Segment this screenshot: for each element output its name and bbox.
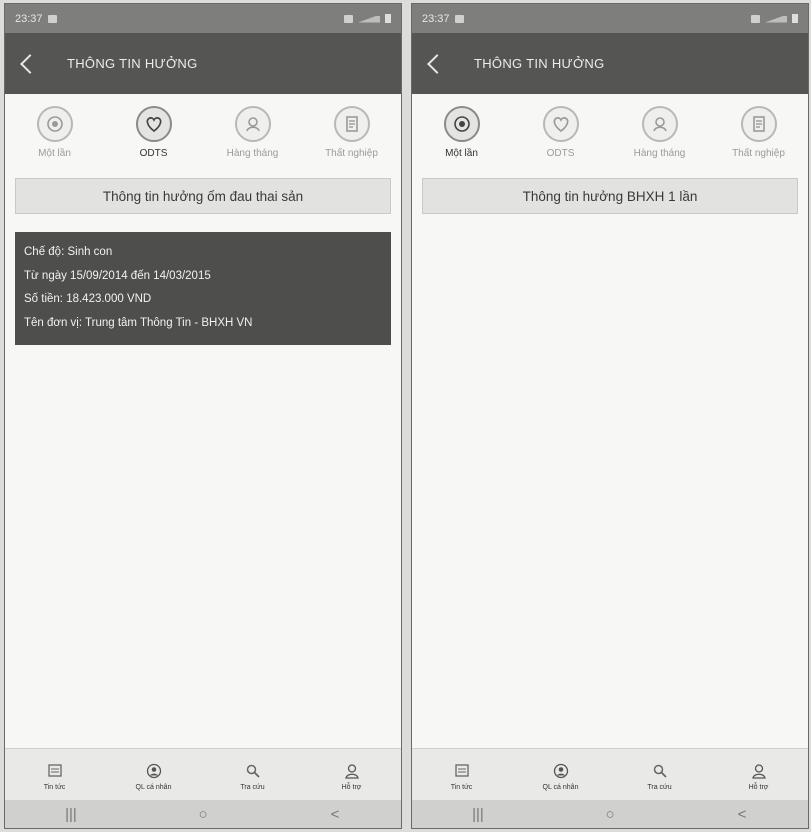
section-title: Thông tin hưởng BHXH 1 lần xyxy=(422,178,798,214)
search-icon xyxy=(246,764,260,778)
nav-label: Tra cứu xyxy=(240,783,265,791)
support-icon xyxy=(344,763,359,779)
benefit-tabs: Một lần ODTS Hàng tháng Thất nghiệp xyxy=(412,94,808,172)
tab-mot-lan[interactable]: Một lần xyxy=(10,106,100,172)
nav-tin-tuc[interactable]: Tin tức xyxy=(15,762,95,791)
phone-screen-mot-lan: 23:37 THÔNG TIN HƯỞNG Một lần ODTS Hàng … xyxy=(411,3,809,829)
nav-label: QL cá nhân xyxy=(135,783,172,791)
tab-label: Thất nghiệp xyxy=(325,148,378,159)
nav-tra-cuu[interactable]: Tra cứu xyxy=(213,762,293,791)
system-back-button[interactable]: < xyxy=(722,806,762,823)
tab-label: Thất nghiệp xyxy=(732,148,785,159)
personal-icon xyxy=(146,763,161,778)
bottom-navigation: Tin tức QL cá nhân Tra cứu Hỗ trợ xyxy=(5,748,401,803)
phone-screen-odts: 23:37 THÔNG TIN HƯỞNG Một lần ODTS Hàng … xyxy=(4,3,402,829)
recent-apps-button[interactable]: ||| xyxy=(51,806,91,823)
system-navigation: ||| ○ < xyxy=(412,800,808,828)
nav-label: Tin tức xyxy=(43,783,66,791)
signal-icon xyxy=(358,15,380,23)
benefit-type: Chế độ: Sinh con xyxy=(24,246,113,258)
tab-that-nghiep[interactable]: Thất nghiệp xyxy=(307,106,397,172)
nav-tin-tuc[interactable]: Tin tức xyxy=(422,762,502,791)
settings-icon xyxy=(344,14,353,23)
nav-label: Hỗ trợ xyxy=(341,783,362,791)
tab-label: Hàng tháng xyxy=(226,148,279,159)
benefit-amount: Số tiền: 18.423.000 VND xyxy=(24,293,152,305)
status-time: 23:37 xyxy=(15,12,43,25)
tab-label: ODTS xyxy=(546,148,575,159)
tab-odts[interactable]: ODTS xyxy=(109,106,199,172)
settings-icon xyxy=(751,14,760,23)
personal-icon xyxy=(553,763,568,778)
status-bar: 23:37 xyxy=(5,4,401,33)
nav-ql-ca-nhan[interactable]: QL cá nhân xyxy=(521,762,601,791)
page-title: THÔNG TIN HƯỞNG xyxy=(474,56,605,71)
support-icon xyxy=(751,763,766,779)
tab-odts[interactable]: ODTS xyxy=(516,106,606,172)
unemployment-icon xyxy=(740,106,777,142)
app-bar: THÔNG TIN HƯỞNG xyxy=(412,33,808,94)
tab-label: Một lần xyxy=(445,148,478,159)
signal-icon xyxy=(765,15,787,23)
nav-label: QL cá nhân xyxy=(542,783,579,791)
tab-label: Một lần xyxy=(38,148,71,159)
heart-icon xyxy=(542,106,579,142)
nav-ho-tro[interactable]: Hỗ trợ xyxy=(719,762,799,791)
bottom-navigation: Tin tức QL cá nhân Tra cứu Hỗ trợ xyxy=(412,748,808,803)
benefit-unit: Tên đơn vị: Trung tâm Thông Tin - BHXH V… xyxy=(24,316,253,329)
tab-mot-lan[interactable]: Một lần xyxy=(417,106,507,172)
tab-that-nghiep[interactable]: Thất nghiệp xyxy=(714,106,804,172)
news-icon xyxy=(47,763,62,777)
status-bar: 23:37 xyxy=(412,4,808,33)
app-bar: THÔNG TIN HƯỞNG xyxy=(5,33,401,94)
section-title: Thông tin hưởng ốm đau thai sản xyxy=(15,178,391,214)
nav-ql-ca-nhan[interactable]: QL cá nhân xyxy=(114,762,194,791)
battery-icon xyxy=(792,14,798,23)
monthly-icon xyxy=(641,106,678,142)
status-time: 23:37 xyxy=(422,12,450,25)
benefit-period: Từ ngày 15/09/2014 đến 14/03/2015 xyxy=(24,269,211,282)
system-back-button[interactable]: < xyxy=(315,806,355,823)
nav-label: Tin tức xyxy=(450,783,473,791)
unemployment-icon xyxy=(333,106,370,142)
back-arrow-icon[interactable] xyxy=(424,49,446,79)
recent-apps-button[interactable]: ||| xyxy=(458,806,498,823)
tab-hang-thang[interactable]: Hàng tháng xyxy=(615,106,705,172)
system-navigation: ||| ○ < xyxy=(5,800,401,828)
notification-icon xyxy=(47,14,57,23)
battery-icon xyxy=(385,14,391,23)
tab-hang-thang[interactable]: Hàng tháng xyxy=(208,106,298,172)
search-icon xyxy=(653,764,667,778)
news-icon xyxy=(454,763,469,777)
nav-ho-tro[interactable]: Hỗ trợ xyxy=(312,762,392,791)
nav-tra-cuu[interactable]: Tra cứu xyxy=(620,762,700,791)
heart-icon xyxy=(135,106,172,142)
tab-label: ODTS xyxy=(139,148,168,159)
nav-label: Tra cứu xyxy=(647,783,672,791)
benefit-info-card: Chế độ: Sinh con Từ ngày 15/09/2014 đến … xyxy=(15,232,391,345)
tab-label: Hàng tháng xyxy=(633,148,686,159)
home-button[interactable]: ○ xyxy=(590,806,630,823)
home-button[interactable]: ○ xyxy=(183,806,223,823)
page-title: THÔNG TIN HƯỞNG xyxy=(67,56,198,71)
one-time-icon xyxy=(36,106,73,142)
notification-icon xyxy=(454,14,464,23)
nav-label: Hỗ trợ xyxy=(748,783,769,791)
benefit-tabs: Một lần ODTS Hàng tháng Thất nghiệp xyxy=(5,94,401,172)
one-time-icon xyxy=(443,106,480,142)
monthly-icon xyxy=(234,106,271,142)
back-arrow-icon[interactable] xyxy=(17,49,39,79)
